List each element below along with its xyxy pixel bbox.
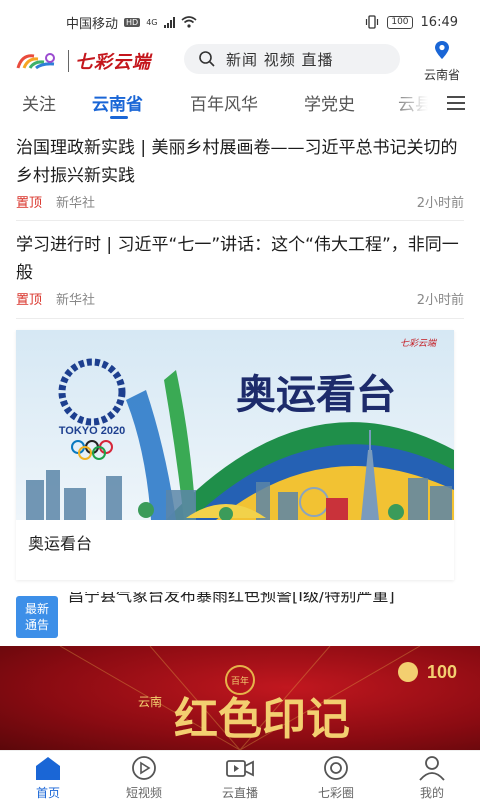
news-title: 学习进行时 | 习近平“七一”讲话：这个“伟大工程”，非同一般 (16, 235, 459, 283)
news-meta: 置顶 新华社 2小时前 (16, 289, 464, 308)
status-right: 100 16:49 (365, 15, 458, 30)
nav-live[interactable]: 云直播 (192, 751, 288, 800)
active-tab-indicator (110, 116, 128, 119)
channel-tabs: 关注 云南省 百年风华 学党史 云县 (0, 86, 480, 122)
location-label: 云南省 (423, 68, 460, 82)
signal-icon (163, 16, 175, 28)
tab-follow[interactable]: 关注 (22, 90, 56, 115)
olympic-text: TOKYO 2020 (59, 425, 125, 437)
notice-badge-line1: 最新 (24, 602, 49, 616)
notice-text: 昌宁县气象台发布暴雨红色预警[Ⅰ级/特别严重] (68, 592, 395, 605)
tab-yunnan[interactable]: 云南省 (92, 90, 143, 115)
divider (16, 220, 464, 221)
circle-icon (324, 756, 348, 780)
news-item[interactable]: 治国理政新实践 | 美丽乡村展画卷——习近平总书记关切的乡村振兴新实践 置顶 新… (16, 134, 464, 211)
news-time: 2小时前 (416, 293, 464, 308)
header: 七彩云端 新闻 视频 直播 云南省 (0, 41, 480, 86)
status-left: 中国移动 HD 4G (66, 13, 197, 32)
video-camera-icon (226, 760, 254, 777)
carrier-label: 中国移动 (66, 16, 119, 32)
latest-notice[interactable]: 最新 通告 昌宁县气象台发布暴雨红色预警[Ⅰ级/特别严重] (16, 592, 464, 646)
logo-divider (68, 50, 69, 72)
nav-label: 我的 (419, 786, 444, 800)
clock: 16:49 (420, 14, 458, 30)
news-source: 新华社 (56, 293, 96, 308)
news-title: 治国理政新实践 | 美丽乡村展画卷——习近平总书记关切的乡村振兴新实践 (16, 138, 458, 186)
pinned-tag: 置顶 (16, 293, 43, 308)
vibrate-icon (366, 15, 379, 29)
divider (16, 318, 464, 319)
banner-centenary: 100 (427, 662, 457, 682)
nav-label: 短视频 (125, 786, 162, 800)
location-pin-icon (435, 41, 449, 59)
feature-label: 奥运看台 (28, 534, 93, 553)
battery-icon: 100 (387, 15, 413, 29)
olympics-illustration: TOKYO 2020 奥运看台 七彩云端 (16, 330, 454, 520)
hd-badge: HD (124, 17, 141, 27)
app-logo[interactable]: 七彩云端 (14, 48, 151, 74)
nav-mine[interactable]: 我的 (384, 751, 480, 800)
logo-text: 七彩云端 (75, 52, 151, 73)
battery-level: 100 (391, 17, 409, 27)
banner-emblem-text: 百年 (231, 675, 249, 687)
notice-badge: 最新 通告 (16, 596, 58, 638)
news-item[interactable]: 学习进行时 | 习近平“七一”讲话：这个“伟大工程”，非同一般 置顶 新华社 2… (16, 231, 464, 308)
pinned-tag: 置顶 (16, 196, 43, 211)
menu-icon[interactable] (446, 96, 466, 110)
banner-side-text: 云南 (138, 694, 162, 709)
nav-label: 首页 (35, 786, 60, 800)
status-bar: 中国移动 HD 4G 100 16:49 (0, 0, 480, 44)
nav-label: 云直播 (221, 786, 258, 800)
user-icon (419, 756, 445, 781)
news-time: 2小时前 (416, 196, 464, 211)
tab-party-history[interactable]: 学党史 (304, 90, 355, 115)
news-source: 新华社 (56, 196, 96, 211)
nav-circle[interactable]: 七彩圈 (288, 751, 384, 800)
nav-short-video[interactable]: 短视频 (96, 751, 192, 800)
feature-card[interactable]: TOKYO 2020 奥运看台 七彩云端 奥运看台 (16, 330, 454, 580)
red-banner-art: 百年 云南 红色印记 100 (59, 646, 457, 750)
search-input[interactable]: 新闻 视频 直播 (184, 44, 400, 74)
feature-image: TOKYO 2020 奥运看台 七彩云端 (16, 330, 454, 520)
wifi-icon (180, 16, 197, 28)
search-placeholder: 新闻 视频 直播 (226, 50, 334, 69)
tab-centenary[interactable]: 百年风华 (190, 90, 258, 115)
nav-home[interactable]: 首页 (0, 751, 96, 800)
nav-label: 七彩圈 (317, 786, 354, 800)
news-meta: 置顶 新华社 2小时前 (16, 192, 464, 211)
tab-fade (386, 86, 446, 122)
home-icon (36, 757, 60, 780)
search-icon (199, 51, 215, 67)
bottom-nav: 首页 短视频 云直播 七彩圈 我的 (0, 750, 480, 800)
network-label: 4G (146, 17, 158, 27)
red-banner[interactable]: 百年 云南 红色印记 100 (0, 646, 480, 750)
feature-image-logo: 七彩云端 (400, 338, 438, 349)
notice-badge-line2: 通告 (24, 618, 49, 632)
feature-image-title: 奥运看台 (236, 371, 396, 418)
banner-title: 红色印记 (174, 694, 350, 745)
rainbow-logo-icon (16, 53, 55, 70)
location-button[interactable]: 云南省 (414, 40, 470, 83)
play-icon (132, 756, 156, 780)
party-emblem-icon (398, 662, 418, 682)
